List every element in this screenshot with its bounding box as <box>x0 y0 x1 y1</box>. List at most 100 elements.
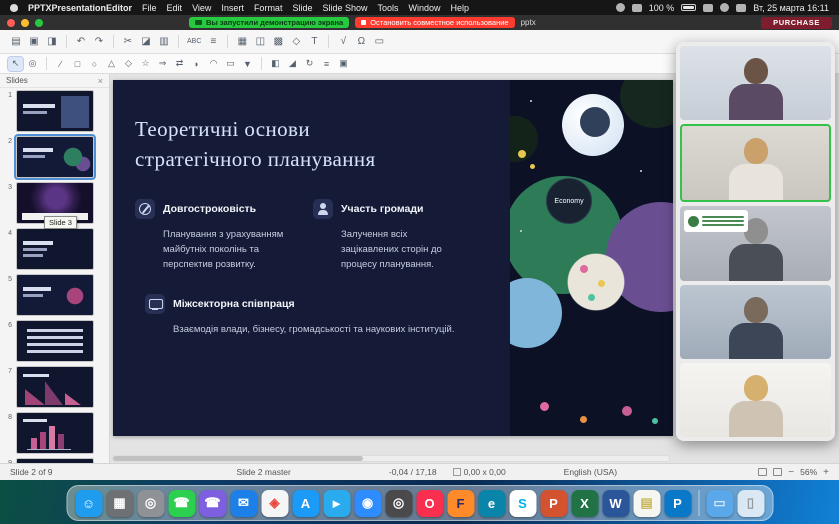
launchpad-icon[interactable]: ▦ <box>106 490 133 517</box>
folder-icon[interactable]: ▭ <box>706 490 733 517</box>
slide-thumbnail-4[interactable] <box>16 228 94 270</box>
minimize-window-button[interactable] <box>21 19 29 27</box>
scrollbar-thumb[interactable] <box>113 456 363 461</box>
copy-button[interactable]: ◪ <box>138 34 154 50</box>
insert-shape-button[interactable]: ◇ <box>288 34 304 50</box>
powerpoint-icon[interactable]: P <box>540 490 567 517</box>
edge-icon[interactable]: e <box>478 490 505 517</box>
telegram-icon[interactable]: ► <box>323 490 350 517</box>
line-color-button[interactable]: ◢ <box>285 57 300 71</box>
slide-item-cooperation[interactable]: Міжсекторна співпраця Взаємодія влади, б… <box>145 294 475 337</box>
zoom-in-button[interactable]: + <box>823 467 829 478</box>
participant-video-4[interactable] <box>680 285 831 359</box>
participant-video-1[interactable] <box>680 46 831 120</box>
current-slide[interactable]: Теоретичні основи стратегічного плануван… <box>113 80 673 436</box>
apple-menu-icon[interactable] <box>10 4 18 12</box>
menu-format[interactable]: Format <box>254 3 283 13</box>
slide-item-community[interactable]: Участь громади Залучення всіх зацікавлен… <box>313 199 455 273</box>
stop-sharing-button[interactable]: Остановить совместное использование <box>355 17 514 28</box>
horizontal-scrollbar[interactable] <box>112 455 670 462</box>
shape-line-button[interactable]: ∕ <box>53 57 68 71</box>
participant-video-3[interactable] <box>680 206 831 280</box>
arrange-button[interactable]: ▣ <box>336 57 351 71</box>
keyboard-icon[interactable] <box>632 4 642 12</box>
shape-double-arrow-button[interactable]: ⇄ <box>172 57 187 71</box>
wifi-icon[interactable] <box>703 4 713 12</box>
camera-icon[interactable]: ◎ <box>385 490 412 517</box>
menu-window[interactable]: Window <box>409 3 441 13</box>
trash-icon[interactable]: ▯ <box>737 490 764 517</box>
rotate-button[interactable]: ↻ <box>302 57 317 71</box>
more-shapes-button[interactable]: ▼ <box>240 57 255 71</box>
file-menu-button[interactable]: ▤ <box>8 34 24 50</box>
photos-icon[interactable]: ◈ <box>261 490 288 517</box>
menubar-clock[interactable]: Вт, 25 марта 16:11 <box>753 3 829 13</box>
slide-master-button[interactable]: Slide 2 master <box>237 467 291 477</box>
search-icon[interactable] <box>720 3 729 12</box>
notes-icon[interactable]: ▤ <box>633 490 660 517</box>
purchase-button[interactable]: PURCHASE <box>761 17 832 29</box>
slide-thumbnail-2-selected[interactable] <box>16 136 94 178</box>
participant-video-2-active-speaker[interactable] <box>680 124 831 202</box>
fullscreen-window-button[interactable] <box>35 19 43 27</box>
word-icon[interactable]: W <box>602 490 629 517</box>
shape-callout-button[interactable]: ◗ <box>189 57 204 71</box>
insert-chart-button[interactable]: ◫ <box>252 34 268 50</box>
slide-thumbnail-7[interactable] <box>16 366 94 408</box>
slide-thumbnail-1[interactable] <box>16 90 94 132</box>
shape-arrow-button[interactable]: ⇒ <box>155 57 170 71</box>
slide-thumbnail-5[interactable] <box>16 274 94 316</box>
slide-settings-button[interactable]: ▭ <box>371 34 387 50</box>
zoom-level[interactable]: 56% <box>800 467 817 477</box>
redo-button[interactable]: ↷ <box>91 34 107 50</box>
paste-button[interactable]: ▥ <box>156 34 172 50</box>
print-button[interactable]: ▣ <box>26 34 42 50</box>
menu-help[interactable]: Help <box>451 3 470 13</box>
control-center-icon[interactable] <box>736 4 746 12</box>
app-store-icon[interactable]: A <box>292 490 319 517</box>
menu-slide[interactable]: Slide <box>292 3 312 13</box>
slide-thumbnail-6[interactable] <box>16 320 94 362</box>
whatsapp-icon[interactable]: ☎ <box>168 490 195 517</box>
app-p-icon[interactable]: P <box>664 490 691 517</box>
zoom-tool-button[interactable]: ◎ <box>25 57 40 71</box>
mail-icon[interactable]: ✉ <box>230 490 257 517</box>
symbol-button[interactable]: Ω <box>353 34 369 50</box>
shape-star-button[interactable]: ☆ <box>138 57 153 71</box>
zoom-out-button[interactable]: − <box>788 467 794 478</box>
menu-tools[interactable]: Tools <box>378 3 399 13</box>
participant-video-5[interactable] <box>680 363 831 437</box>
viber-icon[interactable]: ☎ <box>199 490 226 517</box>
hamburger-menu-button[interactable]: ≡ <box>205 34 221 50</box>
slide-thumbnail-8[interactable] <box>16 412 94 454</box>
settings-gear-icon[interactable]: ◎ <box>137 490 164 517</box>
insert-image-button[interactable]: ▦ <box>234 34 250 50</box>
skype-icon[interactable]: S <box>509 490 536 517</box>
menu-edit[interactable]: Edit <box>167 3 183 13</box>
menu-view[interactable]: View <box>192 3 211 13</box>
undo-button[interactable]: ↶ <box>73 34 89 50</box>
shape-rounded-rect-button[interactable]: ▭ <box>223 57 238 71</box>
slide-title[interactable]: Теоретичні основи стратегічного плануван… <box>135 114 510 175</box>
finder-icon[interactable]: ☺ <box>75 490 102 517</box>
insert-table-button[interactable]: ▩ <box>270 34 286 50</box>
menu-insert[interactable]: Insert <box>221 3 244 13</box>
menu-slide-show[interactable]: Slide Show <box>322 3 367 13</box>
pointer-tool-button[interactable]: ↖ <box>8 57 23 71</box>
close-panel-icon[interactable]: × <box>98 76 103 86</box>
insert-text-button[interactable]: T <box>306 34 322 50</box>
menu-file[interactable]: File <box>142 3 157 13</box>
opera-icon[interactable]: O <box>416 490 443 517</box>
save-button[interactable]: ◨ <box>44 34 60 50</box>
menubar-app-name[interactable]: PPTXPresentationEditor <box>28 3 132 13</box>
cut-button[interactable]: ✂ <box>120 34 136 50</box>
screen-record-icon[interactable] <box>616 3 625 12</box>
shape-rectangle-button[interactable]: □ <box>70 57 85 71</box>
align-button[interactable]: ≡ <box>319 57 334 71</box>
firefox-icon[interactable]: F <box>447 490 474 517</box>
close-window-button[interactable] <box>7 19 15 27</box>
zoom-icon[interactable]: ◉ <box>354 490 381 517</box>
shape-arc-button[interactable]: ◠ <box>206 57 221 71</box>
slide-item-longterm[interactable]: Довгостроковість Планування з урахування… <box>135 199 287 273</box>
spellcheck-button[interactable]: ABC <box>185 34 203 50</box>
